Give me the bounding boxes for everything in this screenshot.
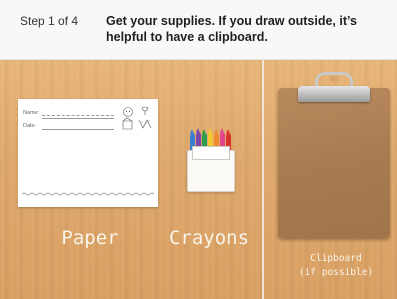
paper-name-line: [42, 115, 114, 116]
photo-divider: [262, 60, 264, 299]
paper-wavy-line: [22, 192, 154, 196]
paper-date-label: Date:: [23, 123, 37, 129]
paper-name-label: Name:: [23, 110, 40, 116]
paper-label: Paper: [61, 227, 119, 249]
paper-image: Name: Date:: [18, 99, 158, 207]
step-header: Step 1 of 4 Get your supplies. If you dr…: [0, 0, 397, 60]
crayons-label: Crayons: [168, 227, 250, 249]
step-title: Get your supplies. If you draw outside, …: [106, 14, 357, 44]
crayon-box-band: [192, 146, 230, 160]
clip-base: [298, 86, 370, 102]
lesson-card: Step 1 of 4 Get your supplies. If you dr…: [0, 0, 397, 299]
paper-name-baseline: [42, 118, 114, 119]
doodle-icon: [122, 106, 152, 130]
clipboard-label: Clipboard: [310, 253, 362, 264]
clip-hole: [329, 76, 339, 82]
step-indicator: Step 1 of 4: [20, 14, 79, 28]
clipboard-label-note: (if possible): [298, 267, 374, 278]
paper-date-line: [42, 129, 114, 130]
clipboard-board: [278, 88, 390, 238]
